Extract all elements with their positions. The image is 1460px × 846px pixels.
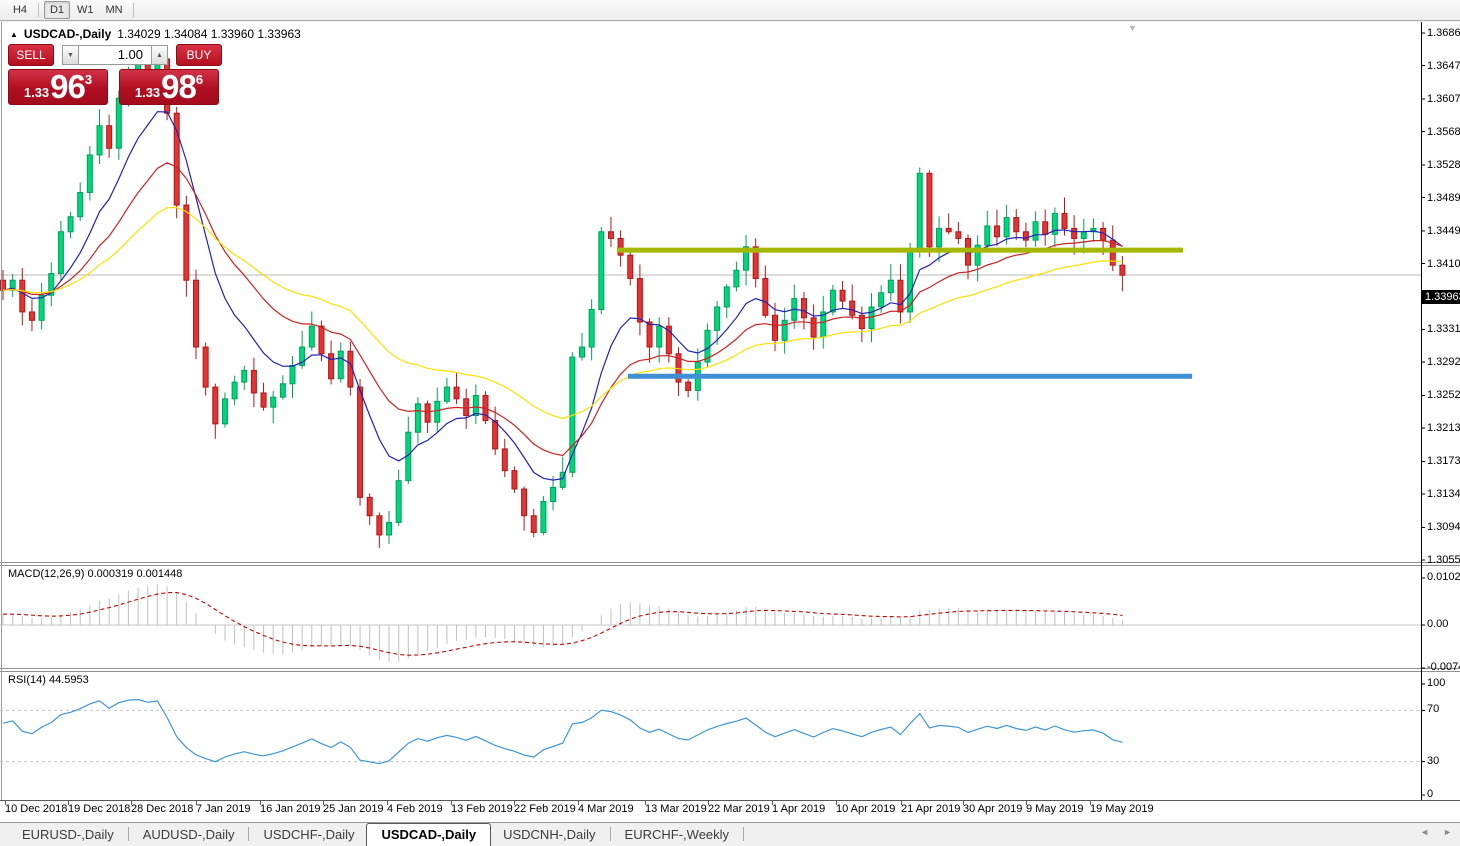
tab-scroll-left-icon[interactable]: ◄ [1420,827,1429,837]
volume-increase-button[interactable]: ▲ [151,45,168,65]
macd-histogram [2,584,1123,662]
price-axis-label: 1.36070 [1427,92,1460,105]
tab-scroll-arrows: ◄ ► [1420,827,1452,837]
date-axis-label: 13 Feb 2019 [451,803,513,815]
price-axis-label: 1.34100 [1427,257,1460,270]
moving-average-slow [2,206,1123,420]
sell-price-pips: 96 [50,68,86,105]
price-axis-label: 1.35680 [1427,125,1460,138]
price-axis-label: 1.36860 [1427,27,1460,39]
symbol-tab-audusd[interactable]: AUDUSD-,Daily [131,824,247,846]
price-axis-label: 1.34490 [1427,224,1460,237]
date-axis-label: 13 Mar 2019 [645,803,707,815]
date-axis-label: 30 Apr 2019 [963,803,1023,815]
symbol-tab-eurchf[interactable]: EURCHF-,Weekly [613,824,742,846]
tab-separator [127,827,129,841]
price-axis-label: 1.34890 [1427,191,1460,204]
buy-button[interactable]: BUY [176,44,222,66]
price-chart-canvas[interactable] [0,22,1460,822]
toolbar-separator [132,3,134,17]
price-axis-label: 1.30940 [1427,521,1460,534]
symbol-tab-eurusd[interactable]: EURUSD-,Daily [10,824,126,846]
price-axis-label: 1.36470 [1427,59,1460,72]
macd-axis-label: -0.00747 [1427,661,1460,673]
date-axis-label: 1 Apr 2019 [772,803,826,815]
price-axis-label: 1.31730 [1427,455,1460,468]
timeframe-button-d1[interactable]: D1 [44,1,70,19]
date-axis-label: 21 Apr 2019 [901,803,961,815]
macd-axis-label: 0.00 [1427,618,1449,630]
horizontal-line-support [628,373,1192,379]
timeframe-button-h4[interactable]: H4 [7,1,33,19]
tab-separator [743,827,745,841]
tab-separator [609,827,611,841]
buy-price-panel[interactable]: 1.33 98 6 [119,69,219,105]
tab-separator [248,827,250,841]
price-axis-label: 1.35280 [1427,158,1460,171]
price-axis-label: 1.31340 [1427,488,1460,501]
chart-title: ▲ USDCAD-,Daily 1.34029 1.34084 1.33960 … [10,27,301,41]
date-axis-label: 9 May 2019 [1026,803,1084,815]
volume-input[interactable]: 1.00 [79,45,151,65]
current-price-tag: 1.33963 [1422,289,1460,304]
chart-window: ▲ USDCAD-,Daily 1.34029 1.34084 1.33960 … [0,22,1460,822]
price-axis-label: 1.30550 [1427,554,1460,566]
collapse-triangle-icon[interactable]: ▲ [10,30,18,39]
moving-average-fast [2,111,1123,481]
toolbar-separator [38,3,39,17]
timeframe-button-w1[interactable]: W1 [72,1,99,19]
sell-price-panel[interactable]: 1.33 96 3 [8,69,108,105]
date-axis-label: 10 Dec 2018 [5,803,68,815]
buy-price-point: 6 [195,72,204,87]
rsi-line [2,698,1123,765]
date-axis-label: 19 May 2019 [1090,803,1154,815]
moving-average-medium [2,162,1123,457]
symbol-tab-usdcad[interactable]: USDCAD-,Daily [366,823,492,846]
buy-price-base: 1.33 [134,85,161,100]
timeframe-toolbar: H4 D1 W1 MN [0,0,1460,21]
buy-price-pips: 98 [161,68,197,105]
volume-decrease-button[interactable]: ▼ [62,45,79,65]
sell-price-base: 1.33 [23,85,50,100]
date-axis-label: 4 Feb 2019 [387,803,443,815]
symbol-tab-usdchf[interactable]: USDCHF-,Daily [251,824,366,846]
chart-ohlc-values: 1.34029 1.34084 1.33960 1.33963 [117,27,301,41]
rsi-axis-label: 0 [1427,788,1434,800]
application-window: H4 D1 W1 MN ▲ USDCAD-,Daily 1.34029 1.34084… [0,0,1460,846]
price-axis-label: 1.32920 [1427,356,1460,369]
sell-button[interactable]: SELL [8,44,54,66]
macd-axis-label: 0.010229 [1427,571,1460,583]
date-axis-label: 10 Apr 2019 [836,803,896,815]
horizontal-line-resistance [617,247,1183,253]
macd-signal-line [3,592,1123,656]
price-axis-label: 1.32130 [1427,422,1460,435]
date-axis-label: 22 Mar 2019 [708,803,770,815]
price-axis-label: 1.32520 [1427,389,1460,402]
tab-scroll-right-icon[interactable]: ► [1443,827,1452,837]
chart-symbol-label: USDCAD-,Daily [23,27,112,41]
date-axis-label: 4 Mar 2019 [578,803,634,815]
date-axis-label: 28 Dec 2018 [131,803,194,815]
date-axis-label: 25 Jan 2019 [323,803,384,815]
date-axis-label: 7 Jan 2019 [196,803,251,815]
timeframe-button-mn[interactable]: MN [101,1,128,19]
chart-shift-marker-icon[interactable]: ▼ [1128,23,1137,33]
macd-indicator-label: MACD(12,26,9) 0.000319 0.001448 [8,568,183,580]
symbol-tab-usdcnh[interactable]: USDCNH-,Daily [491,824,607,846]
symbol-tab-bar: EURUSD-,Daily AUDUSD-,Daily USDCHF-,Daily U… [0,822,1460,846]
rsi-axis-label: 100 [1427,677,1446,689]
sell-price-point: 3 [84,72,93,87]
date-axis-label: 22 Feb 2019 [514,803,576,815]
price-axis-label: 1.33310 [1427,323,1460,336]
rsi-axis-label: 70 [1427,703,1440,716]
rsi-axis-label: 30 [1427,754,1440,767]
one-click-trading-panel: SELL ▼ 1.00 ▲ BUY 1.33 96 3 1.33 98 6 [8,44,223,105]
date-axis-label: 19 Dec 2018 [68,803,131,815]
rsi-indicator-label: RSI(14) 44.5953 [8,674,89,686]
date-axis-label: 16 Jan 2019 [260,803,321,815]
